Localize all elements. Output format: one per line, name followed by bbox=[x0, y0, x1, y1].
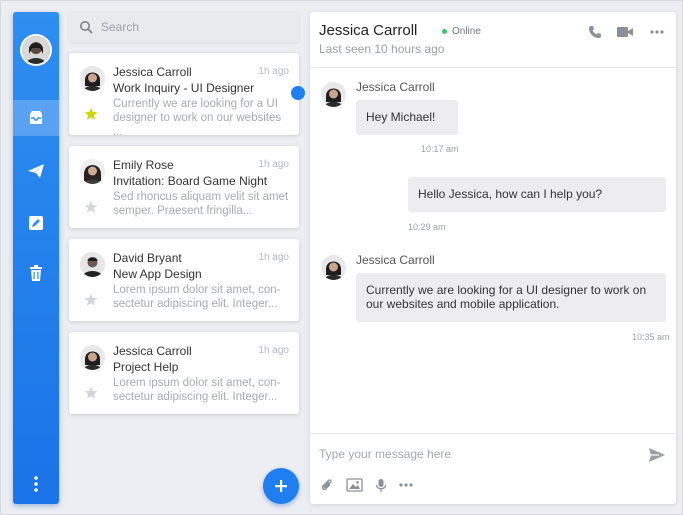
mail-time: 1h ago bbox=[258, 345, 289, 356]
paperclip-icon bbox=[321, 479, 332, 491]
mail-preview: Lorem ipsum dolor sit amet, con-sectetur… bbox=[113, 377, 281, 403]
more-tools-button[interactable] bbox=[398, 477, 414, 493]
sidebar-item-sent[interactable] bbox=[13, 153, 59, 189]
message-time: 10:17 am bbox=[421, 144, 459, 154]
mail-item[interactable]: Emily Rose 1h ago Invitation: Board Game… bbox=[69, 146, 299, 228]
mail-preview: Sed rhoncus aliquam velit sit amet sempe… bbox=[113, 191, 289, 217]
more-horizontal-icon bbox=[399, 483, 413, 487]
sidebar-item-trash[interactable] bbox=[13, 255, 59, 291]
star-icon[interactable] bbox=[84, 107, 98, 121]
avatar bbox=[80, 66, 105, 91]
sidebar bbox=[13, 12, 59, 504]
message-bubble: Hello Jessica, how can I help you? bbox=[408, 177, 666, 212]
message-bubble: Hey Michael! bbox=[356, 100, 458, 135]
avatar bbox=[80, 345, 105, 370]
message-bubble: Currently we are looking for a UI design… bbox=[356, 273, 666, 322]
message-input[interactable] bbox=[319, 446, 639, 462]
more-horizontal-icon bbox=[650, 30, 664, 34]
star-icon[interactable] bbox=[84, 293, 98, 307]
mail-subject: Invitation: Board Game Night bbox=[113, 174, 268, 188]
avatar bbox=[80, 159, 105, 184]
mail-time: 1h ago bbox=[258, 66, 289, 77]
avatar bbox=[321, 255, 346, 280]
mail-subject: New App Design bbox=[113, 267, 202, 281]
more-menu-button[interactable] bbox=[13, 466, 59, 502]
mail-time: 1h ago bbox=[258, 159, 289, 170]
inbox-icon bbox=[30, 111, 42, 124]
chat-panel: Jessica Carroll Online Last seen 10 hour… bbox=[310, 12, 676, 504]
message-sender: Jessica Carroll bbox=[356, 253, 435, 267]
send-message-icon[interactable] bbox=[648, 447, 666, 463]
user-avatar[interactable] bbox=[20, 34, 52, 66]
more-options-button[interactable] bbox=[648, 24, 666, 40]
unread-indicator bbox=[291, 86, 305, 100]
sender-name: Jessica Carroll bbox=[113, 65, 192, 79]
message-time: 10:29 am bbox=[408, 222, 446, 232]
message-sender: Jessica Carroll bbox=[356, 80, 435, 94]
image-button[interactable] bbox=[345, 477, 363, 493]
pencil-icon bbox=[29, 216, 43, 230]
more-vertical-icon bbox=[34, 476, 38, 492]
app-frame: Jessica Carroll 1h ago Work Inquiry - UI… bbox=[0, 0, 683, 515]
star-icon[interactable] bbox=[84, 200, 98, 214]
message-time: 10:35 am bbox=[632, 332, 670, 342]
plus-icon bbox=[275, 480, 287, 492]
mail-preview: Currently we are looking for a UI design… bbox=[113, 98, 282, 138]
compose-fab-button[interactable] bbox=[263, 468, 299, 504]
status-label: Online bbox=[452, 26, 481, 37]
video-camera-icon bbox=[617, 27, 633, 37]
sender-name: Emily Rose bbox=[113, 158, 174, 172]
sidebar-item-inbox[interactable] bbox=[13, 100, 59, 136]
star-icon[interactable] bbox=[84, 386, 98, 400]
video-call-button[interactable] bbox=[616, 24, 634, 40]
sender-name: Jessica Carroll bbox=[113, 344, 192, 358]
sidebar-item-compose[interactable] bbox=[13, 205, 59, 241]
send-icon bbox=[28, 164, 44, 178]
search-icon bbox=[80, 21, 93, 34]
microphone-icon bbox=[375, 478, 387, 492]
online-dot bbox=[442, 29, 447, 34]
phone-icon bbox=[589, 26, 601, 38]
attach-button[interactable] bbox=[319, 477, 335, 493]
search-input[interactable] bbox=[101, 20, 291, 34]
image-icon bbox=[345, 478, 363, 492]
online-status: Online bbox=[442, 26, 481, 37]
mail-item[interactable]: Jessica Carroll 1h ago Work Inquiry - UI… bbox=[69, 53, 299, 138]
mail-preview: Lorem ipsum dolor sit amet, con-sectetur… bbox=[113, 284, 281, 310]
mail-subject: Project Help bbox=[113, 360, 179, 374]
sender-name: David Bryant bbox=[113, 251, 182, 265]
last-seen: Last seen 10 hours ago bbox=[319, 42, 445, 56]
search-bar[interactable] bbox=[69, 12, 299, 42]
avatar bbox=[80, 252, 105, 277]
message-composer bbox=[310, 433, 676, 504]
contact-name: Jessica Carroll bbox=[319, 22, 418, 39]
avatar bbox=[321, 82, 346, 107]
voice-button[interactable] bbox=[373, 477, 389, 493]
call-button[interactable] bbox=[586, 24, 604, 40]
mail-item[interactable]: David Bryant 1h ago New App Design Lorem… bbox=[69, 239, 299, 321]
mail-item[interactable]: Jessica Carroll 1h ago Project Help Lore… bbox=[69, 332, 299, 414]
chat-header: Jessica Carroll Online Last seen 10 hour… bbox=[310, 12, 676, 68]
mail-time: 1h ago bbox=[258, 252, 289, 263]
trash-icon bbox=[30, 265, 42, 281]
mail-subject: Work Inquiry - UI Designer bbox=[113, 81, 255, 95]
